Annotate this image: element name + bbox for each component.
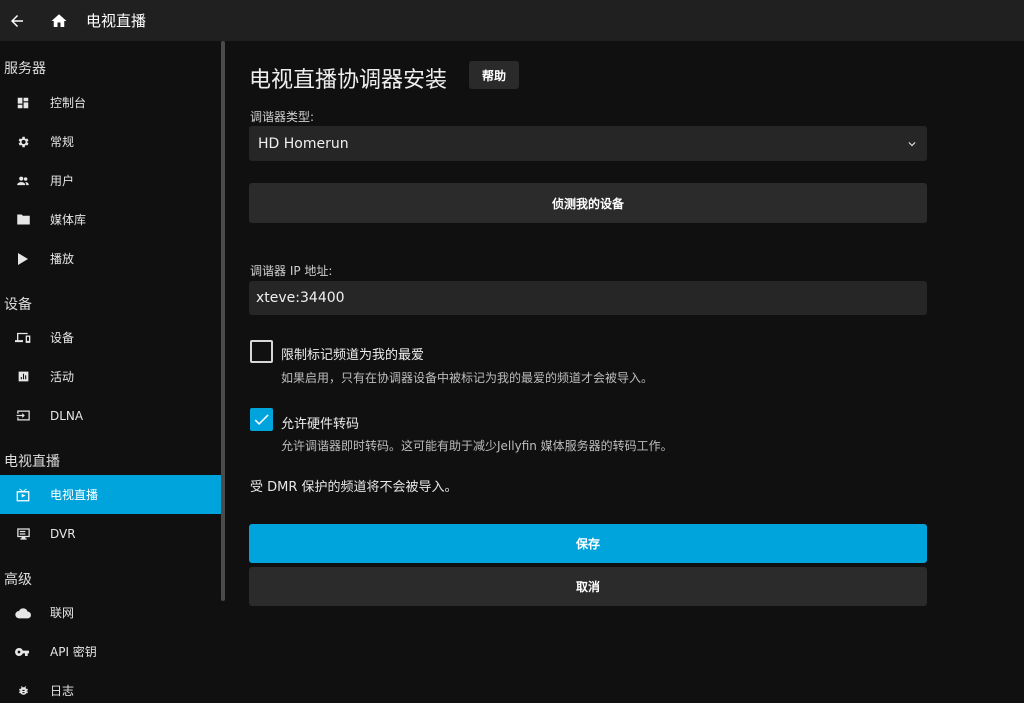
detect-devices-button[interactable]: 侦测我的设备: [249, 183, 927, 223]
hw-transcode-checkbox[interactable]: [250, 408, 273, 431]
sidebar-item-dashboard[interactable]: 控制台: [0, 83, 221, 122]
section-advanced: 高级: [4, 572, 32, 588]
sidebar-item-dlna[interactable]: DLNA: [0, 396, 221, 435]
section-devices: 设备: [4, 297, 32, 313]
sidebar-item-label: 日志: [50, 684, 75, 698]
live-tv-icon: [15, 487, 31, 503]
sidebar-item-label: API 密钥: [50, 645, 97, 659]
hw-transcode-label: 允许硬件转码: [281, 417, 360, 432]
folder-icon: [15, 212, 31, 228]
tuner-type-select[interactable]: HD Homerun: [249, 126, 927, 161]
favorites-only-label: 限制标记频道为我的最爱: [281, 348, 425, 363]
sidebar-item-devices[interactable]: 设备: [0, 318, 221, 357]
sidebar-item-dvr[interactable]: DVR: [0, 514, 221, 553]
sidebar: 服务器 控制台 常规 用户 媒体库 播放 设备 设备 活动 DLNA 电视直播 …: [0, 41, 221, 703]
sidebar-item-logs[interactable]: 日志: [0, 671, 221, 703]
sidebar-item-label: 设备: [50, 331, 75, 345]
app-header: 电视直播: [0, 0, 1024, 41]
sidebar-item-label: 用户: [50, 174, 75, 188]
sidebar-item-playback[interactable]: 播放: [0, 239, 221, 278]
dashboard-icon: [15, 95, 31, 111]
page-title: 电视直播协调器安装: [249, 68, 448, 93]
sidebar-item-label: 控制台: [50, 96, 87, 110]
tuner-ip-input[interactable]: xteve:34400: [249, 281, 927, 315]
dvr-icon: [15, 526, 31, 542]
activity-chart-icon: [15, 369, 31, 385]
people-icon: [15, 173, 31, 189]
play-icon: [15, 251, 31, 267]
devices-icon: [15, 330, 31, 346]
save-button[interactable]: 保存: [249, 524, 927, 563]
tuner-ip-value: xteve:34400: [256, 290, 345, 306]
sidebar-item-label: DLNA: [50, 408, 84, 423]
section-livetv: 电视直播: [4, 454, 60, 470]
sidebar-item-label: 联网: [50, 606, 75, 620]
hw-transcode-description: 允许调谐器即时转码。这可能有助于减少Jellyfin 媒体服务器的转码工作。: [281, 439, 673, 453]
sidebar-item-label: 播放: [50, 252, 75, 266]
check-icon: [254, 414, 269, 426]
section-server: 服务器: [4, 61, 46, 77]
sidebar-item-label: DVR: [50, 526, 76, 541]
help-button[interactable]: 帮助: [469, 61, 519, 89]
home-icon[interactable]: [42, 5, 76, 37]
tuner-ip-label: 调谐器 IP 地址:: [250, 264, 333, 278]
sidebar-item-activity[interactable]: 活动: [0, 357, 221, 396]
sidebar-item-label: 电视直播: [50, 488, 99, 502]
sidebar-item-libraries[interactable]: 媒体库: [0, 200, 221, 239]
sidebar-scrollbar[interactable]: [221, 41, 225, 601]
sidebar-item-apikeys[interactable]: API 密钥: [0, 632, 221, 671]
favorites-only-checkbox[interactable]: [250, 340, 273, 363]
bug-icon: [15, 683, 31, 699]
key-icon: [15, 644, 31, 660]
header-title: 电视直播: [86, 12, 147, 30]
gear-icon: [15, 134, 31, 150]
sidebar-item-networking[interactable]: 联网: [0, 593, 221, 632]
sidebar-item-label: 常规: [50, 135, 75, 149]
input-icon: [15, 408, 31, 424]
sidebar-item-users[interactable]: 用户: [0, 161, 221, 200]
tuner-type-label: 调谐器类型:: [250, 110, 315, 124]
sidebar-item-label: 活动: [50, 370, 75, 384]
chevron-down-icon: [905, 136, 919, 155]
cancel-button[interactable]: 取消: [249, 567, 927, 606]
back-icon[interactable]: [0, 5, 34, 37]
sidebar-item-general[interactable]: 常规: [0, 122, 221, 161]
cloud-icon: [15, 605, 31, 621]
sidebar-item-label: 媒体库: [50, 213, 87, 227]
favorites-only-description: 如果启用，只有在协调器设备中被标记为我的最爱的频道才会被导入。: [281, 371, 654, 385]
drm-note: 受 DMR 保护的频道将不会被导入。: [250, 480, 458, 495]
tuner-type-value: HD Homerun: [258, 135, 349, 152]
sidebar-item-livetv[interactable]: 电视直播: [0, 475, 221, 514]
